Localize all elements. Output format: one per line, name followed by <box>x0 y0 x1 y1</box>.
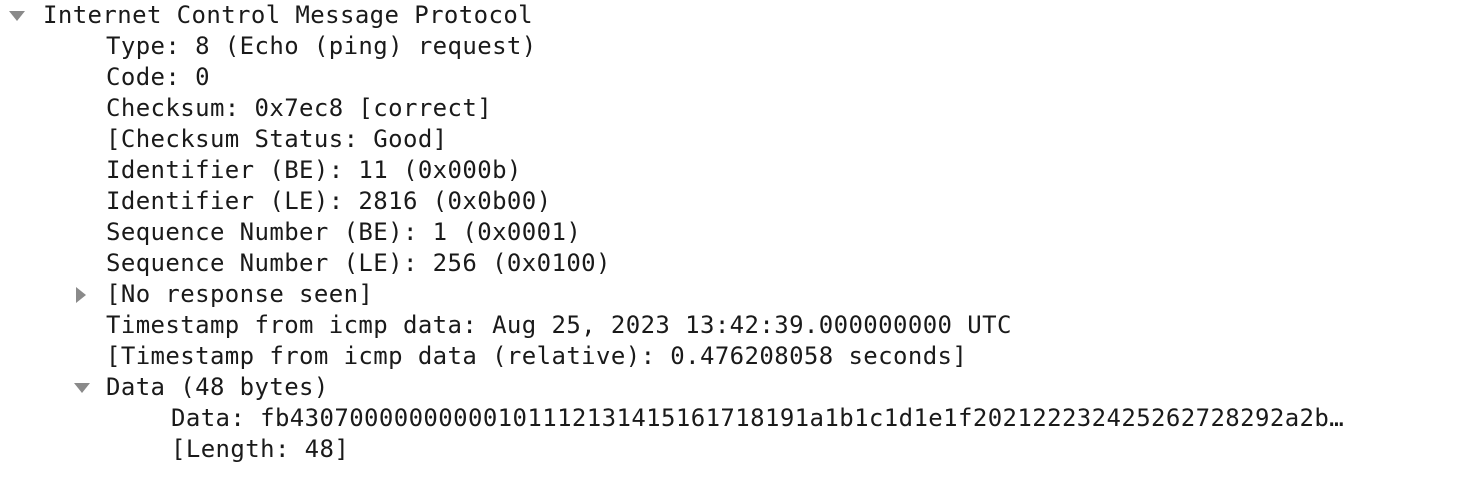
tree-node-label: Internet Control Message Protocol <box>43 1 534 29</box>
tree-field-sequence-be[interactable]: Sequence Number (BE): 1 (0x0001) <box>0 217 1458 248</box>
tree-field-identifier-be[interactable]: Identifier (BE): 11 (0x000b) <box>0 155 1458 186</box>
tree-field-timestamp-relative[interactable]: [Timestamp from icmp data (relative): 0.… <box>0 341 1458 372</box>
tree-node-icmp[interactable]: Internet Control Message Protocol <box>0 0 1458 31</box>
tree-field-checksum[interactable]: Checksum: 0x7ec8 [correct] <box>0 93 1458 124</box>
tree-field-data-length[interactable]: [Length: 48] <box>0 434 1458 465</box>
tree-field-identifier-le[interactable]: Identifier (LE): 2816 (0x0b00) <box>0 186 1458 217</box>
field-label: [Length: 48] <box>171 435 350 463</box>
tree-node-label: [No response seen] <box>106 280 374 308</box>
tree-field-data-bytes[interactable]: Data: fb43070000000000101112131415161718… <box>0 403 1458 434</box>
tree-node-label: Data (48 bytes) <box>106 373 329 401</box>
expand-triangle-right-icon[interactable] <box>76 287 86 303</box>
field-label: [Checksum Status: Good] <box>106 125 448 153</box>
field-label: Checksum: 0x7ec8 [correct] <box>106 94 493 122</box>
field-label: Identifier (LE): 2816 (0x0b00) <box>106 187 552 215</box>
field-label: Sequence Number (BE): 1 (0x0001) <box>106 218 582 246</box>
field-label: [Timestamp from icmp data (relative): 0.… <box>106 342 968 370</box>
field-label: Type: 8 (Echo (ping) request) <box>106 32 537 60</box>
tree-node-data[interactable]: Data (48 bytes) <box>0 372 1458 403</box>
tree-field-sequence-le[interactable]: Sequence Number (LE): 256 (0x0100) <box>0 248 1458 279</box>
tree-field-code[interactable]: Code: 0 <box>0 62 1458 93</box>
expand-triangle-down-icon[interactable] <box>9 11 25 21</box>
field-label: Sequence Number (LE): 256 (0x0100) <box>106 249 611 277</box>
tree-field-checksum-status[interactable]: [Checksum Status: Good] <box>0 124 1458 155</box>
field-label: Timestamp from icmp data: Aug 25, 2023 1… <box>106 311 1012 339</box>
field-label: Data: fb43070000000000101112131415161718… <box>171 404 1345 432</box>
tree-field-type[interactable]: Type: 8 (Echo (ping) request) <box>0 31 1458 62</box>
tree-field-timestamp[interactable]: Timestamp from icmp data: Aug 25, 2023 1… <box>0 310 1458 341</box>
field-label: Code: 0 <box>106 63 210 91</box>
tree-node-no-response[interactable]: [No response seen] <box>0 279 1458 310</box>
packet-details-tree: Internet Control Message Protocol Type: … <box>0 0 1458 465</box>
expand-triangle-down-icon[interactable] <box>74 383 90 393</box>
field-label: Identifier (BE): 11 (0x000b) <box>106 156 522 184</box>
